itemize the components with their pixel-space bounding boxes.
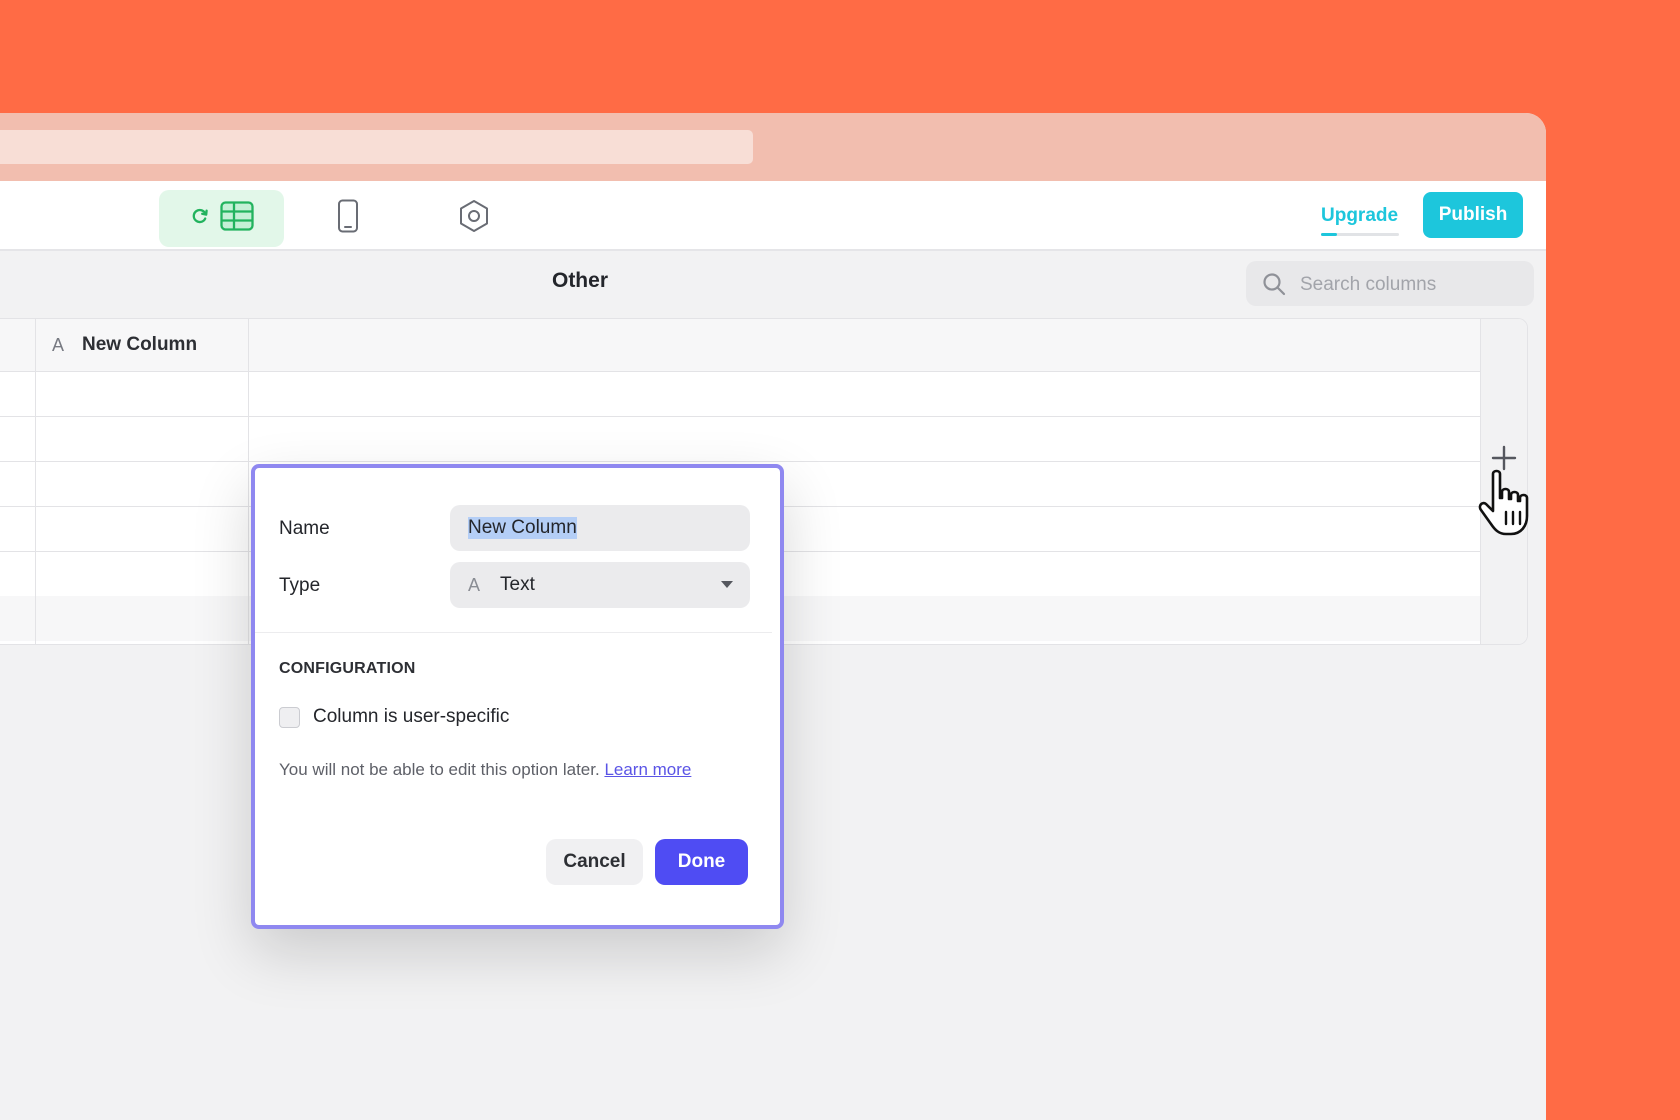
table-icon xyxy=(219,201,254,236)
row-index-column xyxy=(0,319,36,644)
user-specific-checkbox[interactable] xyxy=(279,707,300,728)
table-title: Other xyxy=(551,269,608,292)
hand-pointer-icon xyxy=(1476,468,1538,543)
help-text-body: You will not be able to edit this option… xyxy=(279,760,600,779)
upgrade-link[interactable]: Upgrade xyxy=(1321,205,1398,227)
dialog-divider xyxy=(255,632,772,633)
learn-more-link[interactable]: Learn more xyxy=(604,760,691,779)
search-icon xyxy=(1263,273,1286,296)
help-text: You will not be able to edit this option… xyxy=(279,760,691,780)
tab-layout[interactable] xyxy=(318,190,378,247)
app-window: Upgrade Publish Other A New Column xyxy=(0,113,1546,1120)
column-type-select[interactable]: A Text xyxy=(450,562,750,608)
publish-button[interactable]: Publish xyxy=(1423,192,1523,238)
tab-data-editor[interactable] xyxy=(159,190,284,247)
text-type-icon: A xyxy=(52,334,65,355)
text-type-icon: A xyxy=(468,574,481,595)
search-input[interactable] xyxy=(1298,261,1522,308)
column-header-label: New Column xyxy=(82,334,198,355)
column-settings-dialog: Name Type A Text CONFIGURATION Column is… xyxy=(251,464,784,929)
type-label: Type xyxy=(279,575,321,596)
browser-chrome xyxy=(0,113,1546,181)
user-specific-label[interactable]: Column is user-specific xyxy=(313,706,509,728)
refresh-icon xyxy=(190,206,210,231)
column-name-input[interactable] xyxy=(450,505,750,551)
upgrade-progress-fill xyxy=(1321,233,1337,236)
column-type-value: Text xyxy=(500,574,535,595)
phone-icon xyxy=(337,199,359,238)
column-header-new-column[interactable]: A New Column xyxy=(35,319,248,371)
cancel-button[interactable]: Cancel xyxy=(546,839,643,885)
upgrade-progress-bar xyxy=(1321,233,1399,236)
top-toolbar: Upgrade Publish xyxy=(0,181,1546,251)
search-box[interactable] xyxy=(1246,261,1534,308)
configuration-heading: CONFIGURATION xyxy=(279,660,416,677)
address-bar[interactable] xyxy=(0,130,753,164)
done-button[interactable]: Done xyxy=(655,839,748,885)
name-label: Name xyxy=(279,518,330,539)
gear-icon xyxy=(458,199,490,238)
chevron-down-icon xyxy=(721,581,733,588)
tab-settings[interactable] xyxy=(444,190,504,247)
